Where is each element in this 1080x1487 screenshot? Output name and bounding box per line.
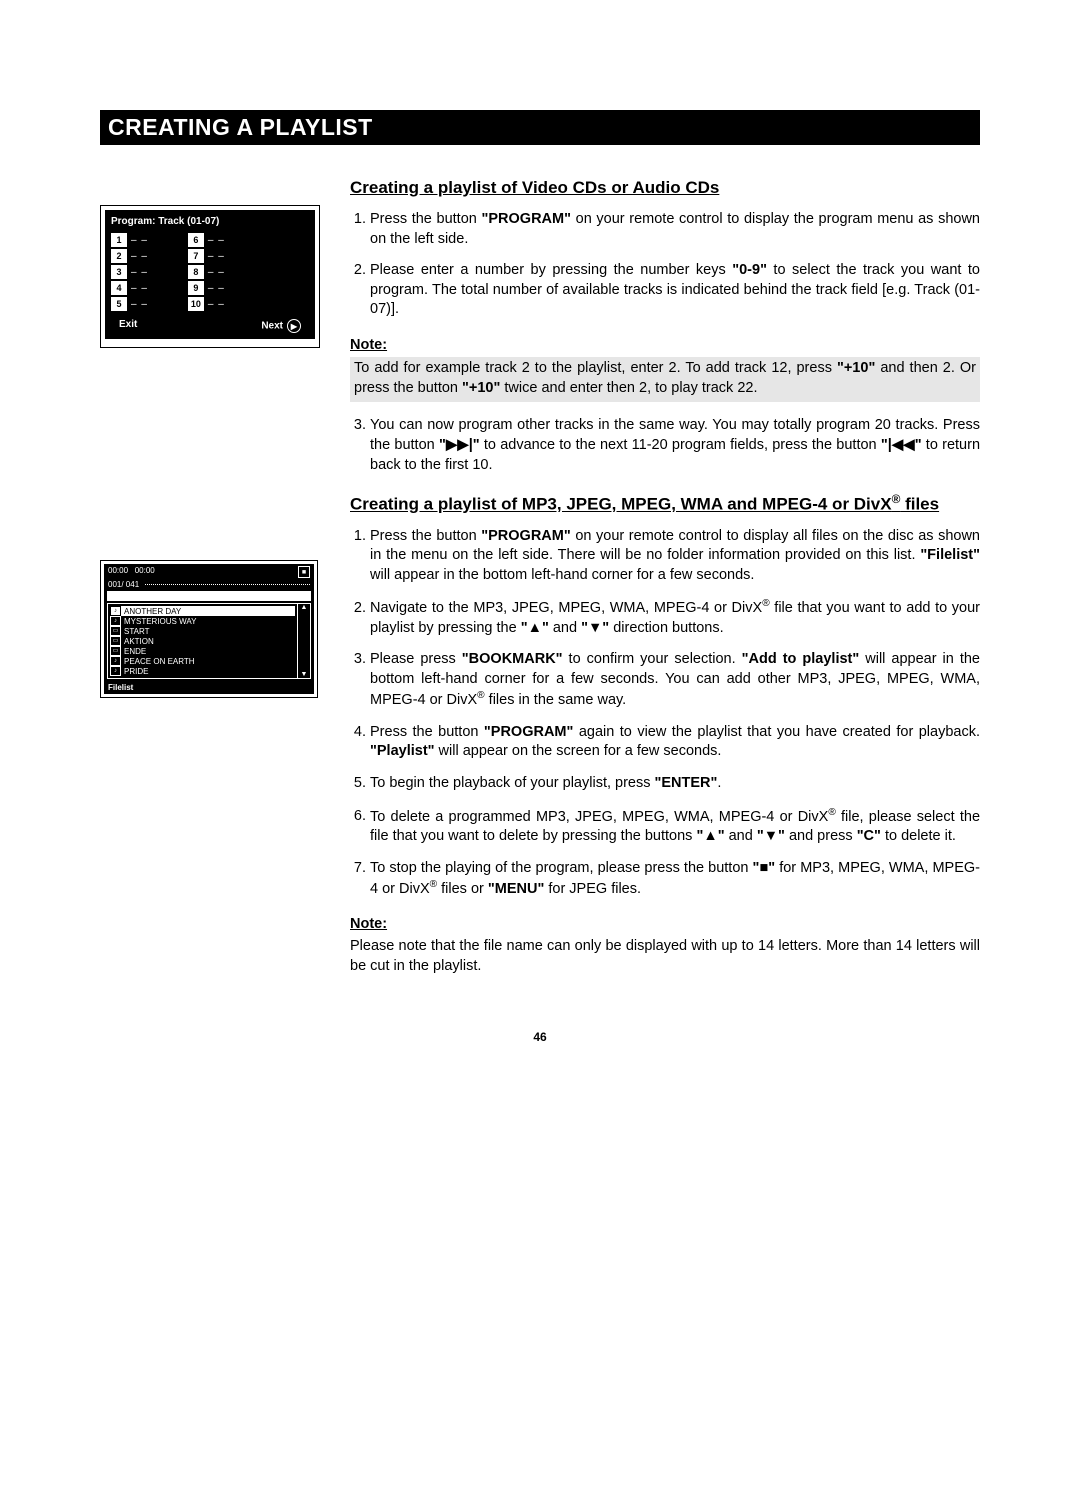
list-item: ♪ANOTHER DAY xyxy=(110,606,295,616)
filelist-figure: 00:00 00:00 ■ 001/ 041 ♪ANOTHER DAY ♪MYS… xyxy=(100,560,318,698)
slot-num: 5 xyxy=(111,297,127,311)
list-item: ▭AKTION xyxy=(110,636,295,646)
section2-heading: Creating a playlist of MP3, JPEG, MPEG, … xyxy=(350,491,980,517)
scroll-down-icon: ▼ xyxy=(301,671,308,678)
program-exit-label: Exit xyxy=(119,319,137,333)
filelist-footer: Filelist xyxy=(104,681,314,694)
page-number: 46 xyxy=(100,1030,980,1044)
slot-num: 6 xyxy=(188,233,204,247)
note-box: To add for example track 2 to the playli… xyxy=(350,357,980,402)
slot-num: 9 xyxy=(188,281,204,295)
scroll-up-icon: ▲ xyxy=(301,604,308,611)
list-item: ♪PRIDE xyxy=(110,666,295,676)
slot-num: 10 xyxy=(188,297,204,311)
slot-num: 7 xyxy=(188,249,204,263)
step: Press the button "PROGRAM" on your remot… xyxy=(370,210,980,249)
step: To stop the playing of the program, plea… xyxy=(370,859,980,900)
note-label: Note: xyxy=(350,915,980,935)
slot-num: 4 xyxy=(111,281,127,295)
stop-icon: ■ xyxy=(298,566,310,578)
section2-steps: Press the button "PROGRAM" on your remot… xyxy=(350,527,980,900)
program-menu-header: Program: Track (01-07) xyxy=(111,216,309,227)
list-item: ♪MYSTERIOUS WAY xyxy=(110,616,295,626)
next-icon: ▶ xyxy=(287,319,301,333)
slot-num: 3 xyxy=(111,265,127,279)
program-next-label: Next▶ xyxy=(261,319,301,333)
step: Please press "BOOKMARK" to confirm your … xyxy=(370,650,980,711)
page-title: CREATING A PLAYLIST xyxy=(100,110,980,145)
file-icon: ♪ xyxy=(110,656,121,666)
file-icon: ♪ xyxy=(110,666,121,676)
section1-heading: Creating a playlist of Video CDs or Audi… xyxy=(350,177,980,200)
step: Press the button "PROGRAM" again to view… xyxy=(370,723,980,762)
step: To delete a programmed MP3, JPEG, MPEG, … xyxy=(370,806,980,847)
note-text: Please note that the file name can only … xyxy=(350,937,980,976)
note-label: Note: xyxy=(350,336,980,356)
step: Press the button "PROGRAM" on your remot… xyxy=(370,527,980,586)
step: To begin the playback of your playlist, … xyxy=(370,774,980,794)
scrollbar: ▲ ▼ xyxy=(297,604,310,678)
slot-num: 1 xyxy=(111,233,127,247)
file-icon: ▭ xyxy=(110,626,121,636)
file-icon: ▭ xyxy=(110,636,121,646)
file-icon: ♪ xyxy=(110,606,121,616)
program-menu-figure: Program: Track (01-07) 1– – 2– – 3– – 4–… xyxy=(100,205,320,348)
slot-num: 8 xyxy=(188,265,204,279)
filelist-counter: 001/ 041 xyxy=(108,580,139,589)
step: Navigate to the MP3, JPEG, MPEG, WMA, MP… xyxy=(370,597,980,638)
list-item: ▭START xyxy=(110,626,295,636)
filelist-path-bar xyxy=(107,591,311,601)
step: Please enter a number by pressing the nu… xyxy=(370,261,980,320)
slot-num: 2 xyxy=(111,249,127,263)
file-icon: ▭ xyxy=(110,646,121,656)
list-item: ♪PEACE ON EARTH xyxy=(110,656,295,666)
file-icon: ♪ xyxy=(110,616,121,626)
section1-steps-cont: You can now program other tracks in the … xyxy=(350,416,980,475)
list-item: ▭ENDE xyxy=(110,646,295,656)
step: You can now program other tracks in the … xyxy=(370,416,980,475)
section1-steps: Press the button "PROGRAM" on your remot… xyxy=(350,210,980,320)
